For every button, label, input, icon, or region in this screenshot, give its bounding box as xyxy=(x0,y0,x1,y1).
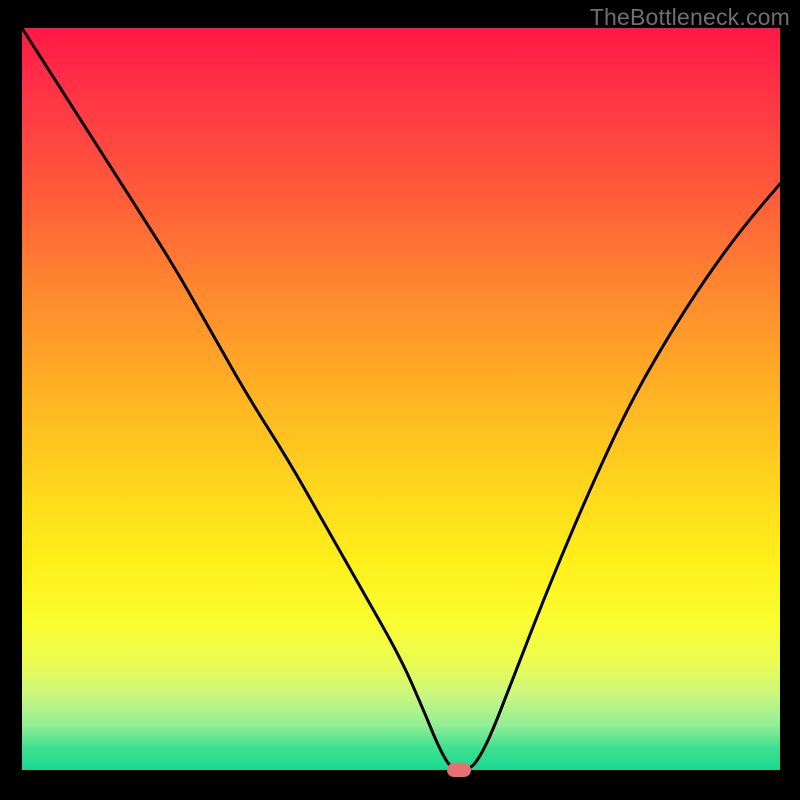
watermark-text: TheBottleneck.com xyxy=(590,4,790,31)
plot-area xyxy=(22,28,780,770)
bottleneck-curve xyxy=(22,28,780,770)
chart-frame: TheBottleneck.com xyxy=(0,0,800,800)
optimal-point-marker xyxy=(447,763,471,777)
